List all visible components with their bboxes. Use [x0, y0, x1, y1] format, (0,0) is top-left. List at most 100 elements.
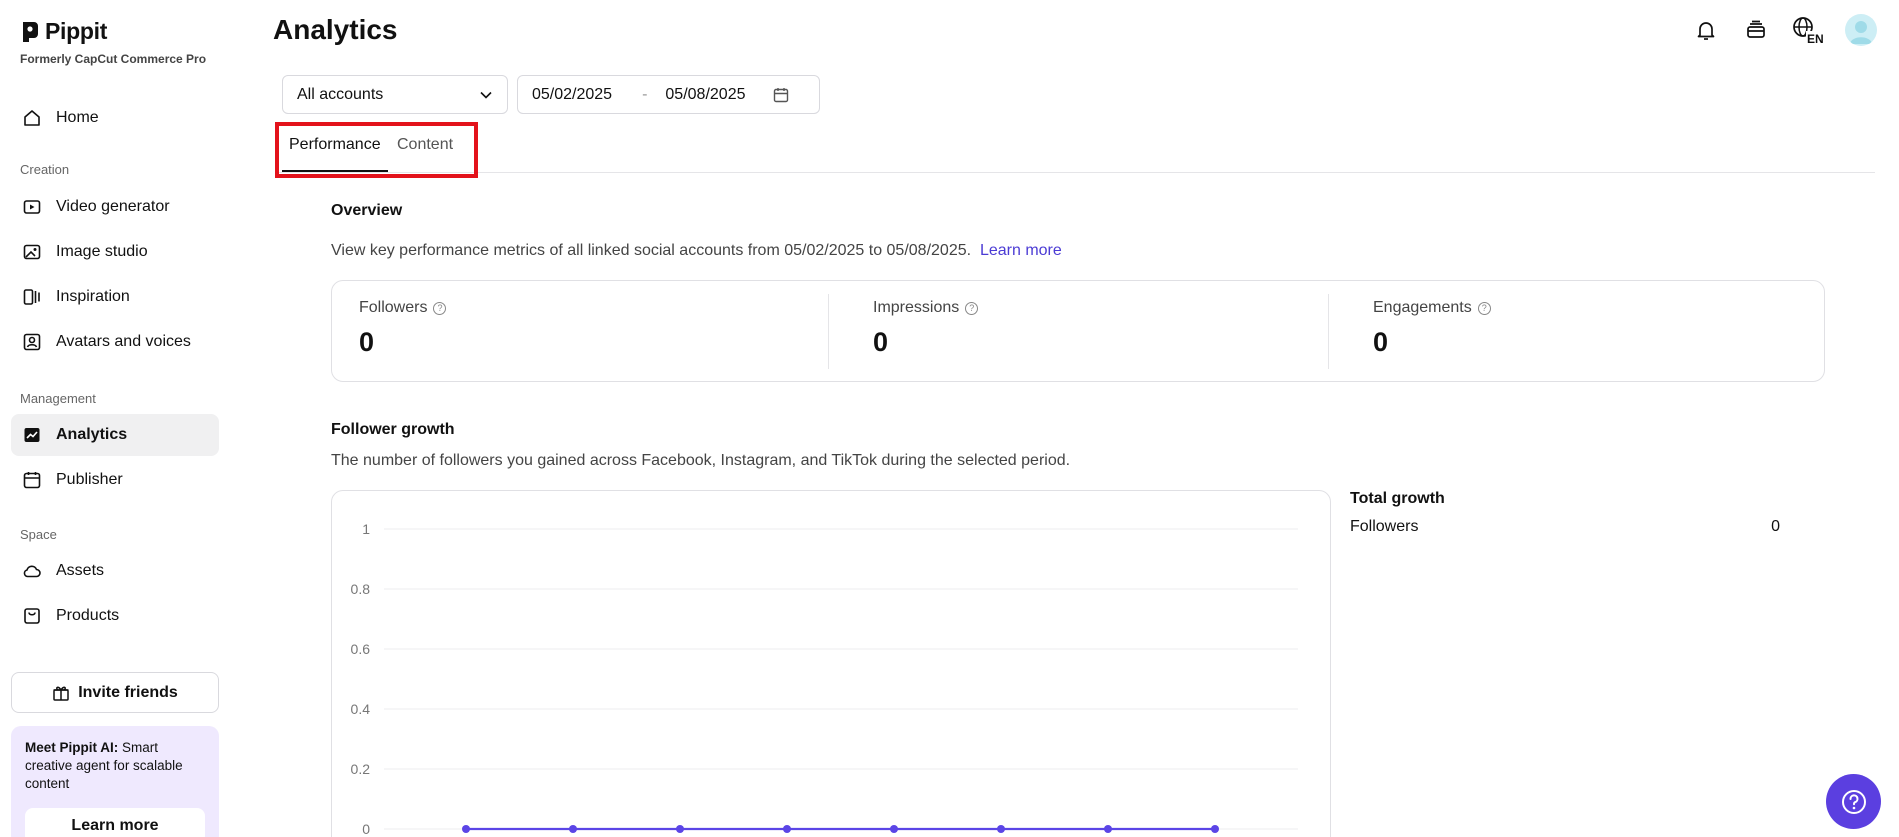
metric-divider — [828, 294, 829, 369]
brand-name: Pippit — [45, 18, 108, 44]
sidebar: Pippit Formerly CapCut Commerce Pro Home… — [0, 0, 228, 837]
follower-growth-description: The number of followers you gained acros… — [331, 452, 1071, 469]
follower-growth-title: Follower growth — [331, 421, 455, 438]
sidebar-item-label: Image studio — [56, 243, 148, 260]
question-mark-icon — [1841, 789, 1866, 814]
overview-description-text: View key performance metrics of all link… — [331, 242, 972, 259]
learn-more-link[interactable]: Learn more — [980, 242, 1062, 259]
metric-engagements: Engagements? 0 — [1373, 299, 1491, 358]
sidebar-item-image-studio[interactable]: Image studio — [11, 231, 219, 273]
pippit-logo-icon — [23, 21, 38, 42]
video-generator-icon — [22, 197, 42, 217]
help-icon[interactable]: ? — [433, 301, 447, 315]
avatar[interactable] — [1845, 14, 1877, 46]
home-icon — [22, 108, 42, 128]
section-label-management: Management — [20, 391, 96, 406]
data-point — [997, 825, 1005, 833]
promo-learn-more-button[interactable]: Learn more — [25, 808, 205, 837]
y-tick-label: 1 — [362, 521, 370, 537]
top-toolbar: EN — [1691, 14, 1877, 46]
analytics-icon — [22, 425, 42, 445]
date-range-picker[interactable]: 05/02/2025 - 05/08/2025 — [517, 75, 820, 114]
sidebar-item-label: Video generator — [56, 198, 170, 215]
overview-metrics-card: Followers? 0 Impressions? 0 Engagements?… — [331, 280, 1825, 382]
data-point — [676, 825, 684, 833]
section-label-space: Space — [20, 527, 57, 542]
sidebar-item-inspiration[interactable]: Inspiration — [11, 276, 219, 318]
sidebar-item-label: Publisher — [56, 471, 123, 488]
user-avatar-icon — [1850, 21, 1872, 44]
data-point — [462, 825, 470, 833]
account-select-value: All accounts — [297, 85, 384, 103]
pippit-ai-promo: Meet Pippit AI: Smart creative agent for… — [11, 726, 219, 837]
sidebar-item-assets[interactable]: Assets — [11, 550, 219, 592]
help-icon[interactable]: ? — [1477, 301, 1491, 315]
metric-label: Followers — [359, 299, 428, 316]
avatar-voice-icon — [22, 332, 42, 352]
overview-description: View key performance metrics of all link… — [331, 242, 1062, 260]
sidebar-item-label: Home — [56, 109, 99, 126]
metric-label: Engagements — [1373, 299, 1472, 316]
cloud-icon — [22, 561, 42, 581]
metric-impressions: Impressions? 0 — [873, 299, 979, 358]
sidebar-item-analytics[interactable]: Analytics — [11, 414, 219, 456]
analytics-tabs: Performance Content — [275, 122, 1875, 173]
promo-title: Meet Pippit AI: — [25, 740, 119, 755]
follower-growth-chart-svg: 0 0.2 0.4 0.6 0.8 1 — [351, 521, 1298, 837]
sidebar-item-label: Assets — [56, 562, 105, 579]
calendar-icon — [22, 470, 42, 490]
help-button[interactable] — [1826, 774, 1881, 829]
metric-label: Impressions — [873, 299, 960, 316]
sidebar-item-publisher[interactable]: Publisher — [11, 459, 219, 501]
brand-logo[interactable]: Pippit — [21, 18, 107, 45]
total-growth-title: Total growth — [1350, 490, 1445, 507]
sidebar-item-label: Products — [56, 607, 120, 624]
account-select[interactable]: All accounts — [282, 75, 508, 114]
invite-friends-button[interactable]: Invite friends — [11, 672, 219, 713]
date-separator: - — [642, 85, 648, 103]
invite-friends-label: Invite friends — [78, 683, 178, 701]
sidebar-item-label: Avatars and voices — [56, 333, 191, 350]
brand-subtitle: Formerly CapCut Commerce Pro — [20, 52, 207, 66]
metric-followers: Followers? 0 — [359, 299, 447, 358]
data-point — [1211, 825, 1219, 833]
language-code: EN — [1807, 32, 1824, 45]
tab-highlight-box — [275, 122, 478, 178]
data-point — [1104, 825, 1112, 833]
metric-value: 0 — [1373, 327, 1389, 357]
chevron-down-icon — [480, 91, 492, 99]
data-point — [890, 825, 898, 833]
sidebar-item-products[interactable]: Products — [11, 595, 219, 637]
y-tick-label: 0.2 — [351, 761, 371, 777]
total-growth-row: Followers 0 — [1350, 518, 1780, 536]
notification-bell-icon[interactable] — [1691, 15, 1721, 45]
date-end[interactable]: 05/08/2025 — [665, 86, 745, 104]
metric-value: 0 — [359, 327, 375, 357]
layers-stack-icon[interactable] — [1741, 15, 1771, 45]
y-tick-label: 0.6 — [351, 641, 371, 657]
calendar-icon[interactable] — [773, 87, 789, 103]
overview-title: Overview — [331, 202, 403, 219]
sidebar-item-label: Inspiration — [56, 288, 130, 305]
section-label-creation: Creation — [20, 162, 70, 177]
metric-divider — [1328, 294, 1329, 369]
y-tick-label: 0 — [362, 821, 370, 837]
product-box-icon — [22, 606, 42, 626]
y-tick-label: 0.8 — [351, 581, 371, 597]
data-point — [569, 825, 577, 833]
y-tick-label: 0.4 — [351, 701, 371, 717]
date-start[interactable]: 05/02/2025 — [532, 86, 612, 104]
total-growth-label: Followers — [1350, 518, 1419, 535]
promo-text: Meet Pippit AI: Smart creative agent for… — [25, 739, 205, 793]
inspiration-icon — [22, 287, 42, 307]
metric-value: 0 — [873, 327, 889, 357]
language-globe-icon[interactable]: EN — [1791, 15, 1825, 45]
help-icon[interactable]: ? — [965, 301, 979, 315]
total-growth-value: 0 — [1771, 518, 1780, 535]
sidebar-item-video-generator[interactable]: Video generator — [11, 186, 219, 228]
follower-growth-chart: 0 0.2 0.4 0.6 0.8 1 — [331, 490, 1331, 837]
sidebar-item-avatars-and-voices[interactable]: Avatars and voices — [11, 321, 219, 363]
sidebar-item-home[interactable]: Home — [11, 97, 219, 139]
data-point — [783, 825, 791, 833]
total-growth-panel: Total growth Followers 0 — [1350, 490, 1780, 536]
